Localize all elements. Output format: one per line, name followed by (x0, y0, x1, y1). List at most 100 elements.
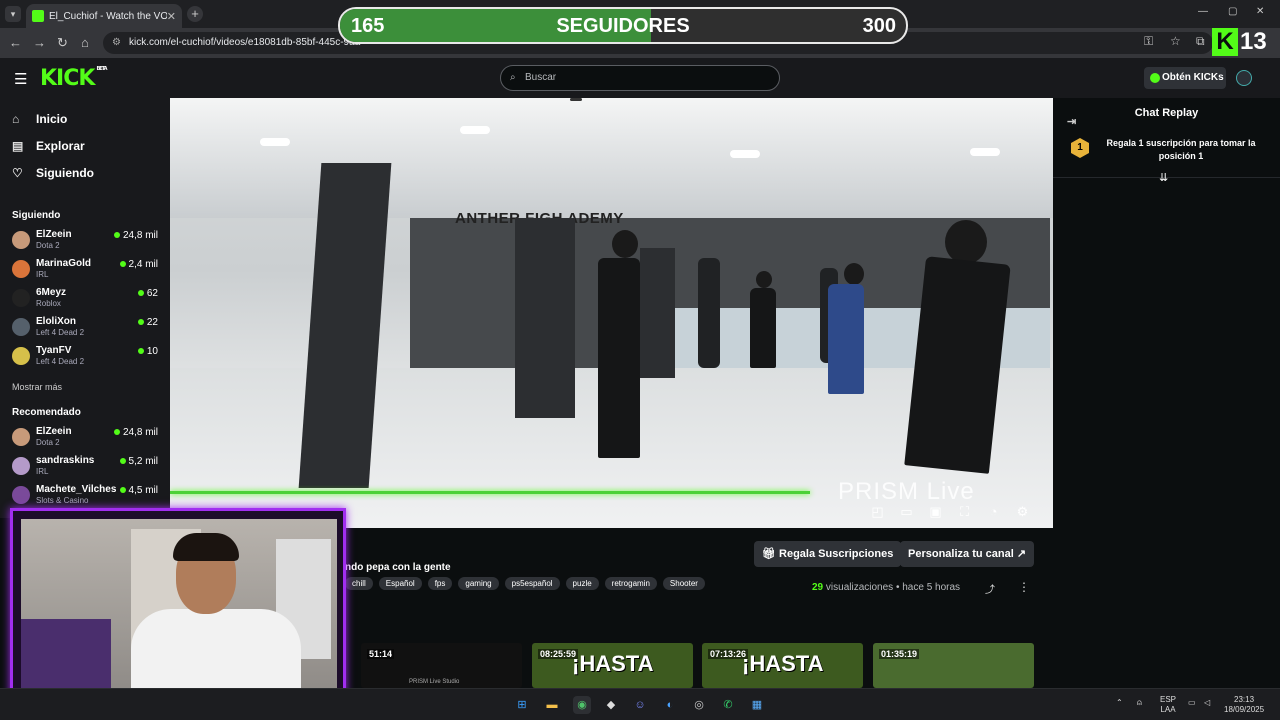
obs-icon[interactable]: ◎ (690, 696, 708, 714)
speed-icon[interactable]: ◔ (986, 504, 1001, 520)
sidebar-channel-marinagold[interactable]: MarinaGold IRL 2,4 mil (12, 256, 162, 284)
view-count: 29 (812, 582, 824, 593)
tag-chip[interactable]: retrogamin (604, 577, 657, 590)
tag-list: chill Español fps gaming ps5español puzle retr… (345, 577, 705, 590)
sidebar-item-explorar[interactable]: ▤ Explorar (12, 139, 85, 153)
sidebar-channel-elzeein[interactable]: ElZeein Dota 2 24,8 mil (12, 424, 162, 452)
close-window-button[interactable]: ✕ (1256, 6, 1264, 17)
channel-category: Roblox (36, 299, 61, 308)
hamburger-menu-icon[interactable]: ☰ (14, 70, 27, 88)
language-indicator[interactable]: ESP LAA (1160, 695, 1176, 715)
scroll-down-icon[interactable]: ⇊ (1159, 171, 1168, 184)
sidebar-item-inicio[interactable]: ⌂ Inicio (12, 112, 67, 126)
tag-chip[interactable]: Shooter (662, 577, 705, 590)
browser-tab-active[interactable]: El_Cuchiof - Watch the VOD on ✕ (26, 4, 182, 28)
tag-chip[interactable]: Español (378, 577, 422, 590)
sidebar-item-siguiendo[interactable]: ♡ Siguiendo (12, 166, 94, 180)
viewer-count: 10 (138, 346, 158, 357)
channel-avatar (12, 428, 30, 446)
sidebar-channel-6meyz[interactable]: 6Meyz Roblox 62 (12, 285, 162, 313)
sidebar-channel-elolixon[interactable]: EloliXon Left 4 Dead 2 22 (12, 314, 162, 342)
chrome-icon[interactable]: ◉ (573, 696, 591, 714)
kick-badge-letter: K (1212, 28, 1238, 56)
follower-goal-target: 300 (862, 15, 896, 37)
gift-icon: 🎁︎ (762, 548, 780, 560)
miniplayer-icon[interactable]: ◰ (870, 504, 885, 520)
pip-icon[interactable]: ▣ (928, 504, 943, 520)
sidebar-channel-tyanfv[interactable]: TyanFV Left 4 Dead 2 10 (12, 343, 162, 371)
password-key-icon[interactable]: ⚿ (1144, 34, 1153, 49)
channel-category: Slots & Casino (36, 496, 89, 505)
whatsapp-icon[interactable]: ✆ (719, 696, 737, 714)
vod-thumbnail[interactable]: 51:14 PRISM Live Studio (361, 643, 522, 688)
settings-icon[interactable]: ⚙ (1015, 504, 1030, 520)
more-options-icon[interactable]: ⋮ (1018, 580, 1030, 594)
channel-avatar (12, 289, 30, 307)
site-info-icon[interactable]: ⚙ (112, 32, 121, 54)
roblox-icon[interactable]: ◆ (602, 696, 620, 714)
language-code: ESP (1160, 695, 1177, 704)
user-avatar[interactable] (1236, 70, 1252, 86)
vod-thumbnail[interactable]: 07:13:26 ¡HASTA (702, 643, 863, 688)
video-frame-light (460, 126, 490, 134)
extensions-icon[interactable]: ⧉ (1196, 34, 1205, 49)
get-kicks-button[interactable]: Obtén KICKs (1144, 67, 1226, 89)
vod-thumbnail-text: ¡HASTA (572, 651, 654, 676)
sidebar-item-label: Explorar (36, 139, 85, 153)
file-explorer-icon[interactable]: ▬ (543, 696, 561, 714)
network-icon[interactable]: ▭ (1188, 698, 1196, 708)
tag-chip[interactable]: fps (427, 577, 453, 590)
edge-icon[interactable]: ◐ (661, 696, 679, 714)
tag-chip[interactable]: chill (345, 577, 373, 590)
channel-avatar (12, 347, 30, 365)
heart-icon: ♡ (12, 166, 23, 180)
rank-badge: 1 (1071, 138, 1089, 158)
channel-name: 6Meyz (36, 287, 67, 298)
tab-search-dropdown-icon[interactable]: ▾ (5, 6, 21, 22)
browse-icon: ▤ (12, 139, 24, 153)
gift-subs-button[interactable]: 🎁︎ Regala Suscripciones (754, 541, 902, 567)
customize-channel-button[interactable]: Personaliza tu canal ↗ (900, 541, 1035, 567)
share-icon[interactable]: ⤴ (985, 581, 995, 596)
video-progress-bar[interactable] (170, 491, 811, 494)
back-arrow-icon[interactable]: ← (9, 35, 22, 50)
maximize-button[interactable]: ▢ (1228, 6, 1237, 17)
tab-close-icon[interactable]: ✕ (167, 10, 176, 23)
tag-chip[interactable]: ps5español (504, 577, 560, 590)
discord-icon[interactable]: ☺ (631, 696, 649, 714)
vod-duration: 01:35:19 (879, 649, 920, 659)
channel-avatar (12, 486, 30, 504)
clock[interactable]: 23:13 18/09/2025 (1224, 695, 1264, 715)
search-input[interactable]: ⌕ Buscar (500, 65, 780, 91)
video-player[interactable]: ANTHER FIGH ADEMY PRISM Live ◰ ▭ ▣ ⛶ ◔ ⚙ (170, 98, 1053, 528)
logo-text: KICK (40, 66, 95, 91)
vod-duration: 51:14 (367, 649, 395, 659)
photos-icon[interactable]: ▦ (748, 696, 766, 714)
start-menu-icon[interactable]: ⊞ (513, 696, 531, 714)
forward-arrow-icon[interactable]: → (33, 35, 46, 50)
tray-overflow-icon[interactable]: ⌃ (1116, 698, 1123, 708)
vod-thumbnail[interactable]: 08:25:59 ¡HASTA (532, 643, 693, 688)
channel-name: Machete_Vilches (36, 484, 117, 495)
volume-icon[interactable]: ◁ (1204, 698, 1210, 708)
kick-favicon-icon (32, 10, 44, 22)
customize-label: Personaliza tu canal (908, 548, 1014, 560)
theater-icon[interactable]: ▭ (899, 504, 914, 520)
kick-logo[interactable]: KICK BETA (40, 66, 108, 91)
minimize-button[interactable]: — (1198, 6, 1208, 17)
tag-chip[interactable]: gaming (458, 577, 499, 590)
home-button-icon[interactable]: ⌂ (81, 35, 89, 50)
logo-beta-tag: BETA (96, 66, 107, 72)
fullscreen-icon[interactable]: ⛶ (957, 504, 972, 520)
new-tab-button[interactable]: + (187, 6, 203, 22)
sidebar-channel-machete-vilches[interactable]: Machete_Vilches Slots & Casino 4,5 mil (12, 482, 162, 510)
clock-time: 23:13 (1234, 695, 1255, 704)
tag-chip[interactable]: puzle (565, 577, 599, 590)
show-more-link[interactable]: Mostrar más (12, 382, 62, 392)
bookmark-star-icon[interactable]: ☆ (1170, 34, 1181, 48)
reload-icon[interactable]: ↻ (57, 35, 68, 51)
sidebar-channel-sandraskins[interactable]: sandraskins IRL 5,2 mil (12, 453, 162, 481)
microphone-icon[interactable]: ⍝ (1137, 698, 1142, 708)
sidebar-channel-elzeein[interactable]: ElZeein Dota 2 24,8 mil (12, 227, 162, 255)
vod-thumbnail[interactable]: 01:35:19 (873, 643, 1034, 688)
